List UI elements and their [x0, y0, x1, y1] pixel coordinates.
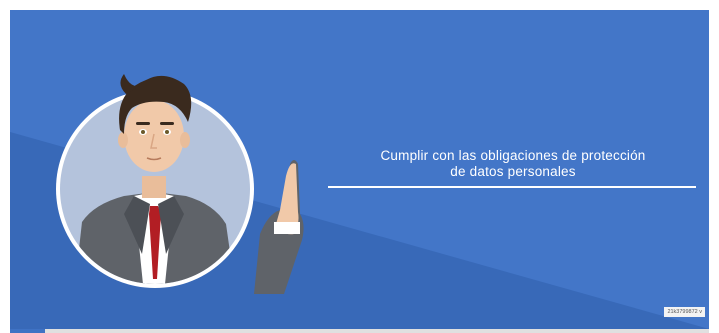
video-player[interactable]: Cumplir con las obligaciones de protecci…: [10, 10, 709, 329]
video-progress-fill: [10, 329, 45, 333]
caption-underline: [328, 186, 696, 188]
caption-line-2: de datos personales: [450, 164, 576, 179]
caption-line-1: Cumplir con las obligaciones de protecci…: [380, 148, 646, 163]
video-frame: Cumplir con las obligaciones de protecci…: [0, 0, 719, 333]
video-progress-bar[interactable]: [10, 329, 709, 333]
video-caption: Cumplir con las obligaciones de protecci…: [330, 148, 696, 180]
presenter-avatar-icon: [56, 74, 304, 294]
stock-watermark: 21k3799872 v: [664, 307, 705, 317]
